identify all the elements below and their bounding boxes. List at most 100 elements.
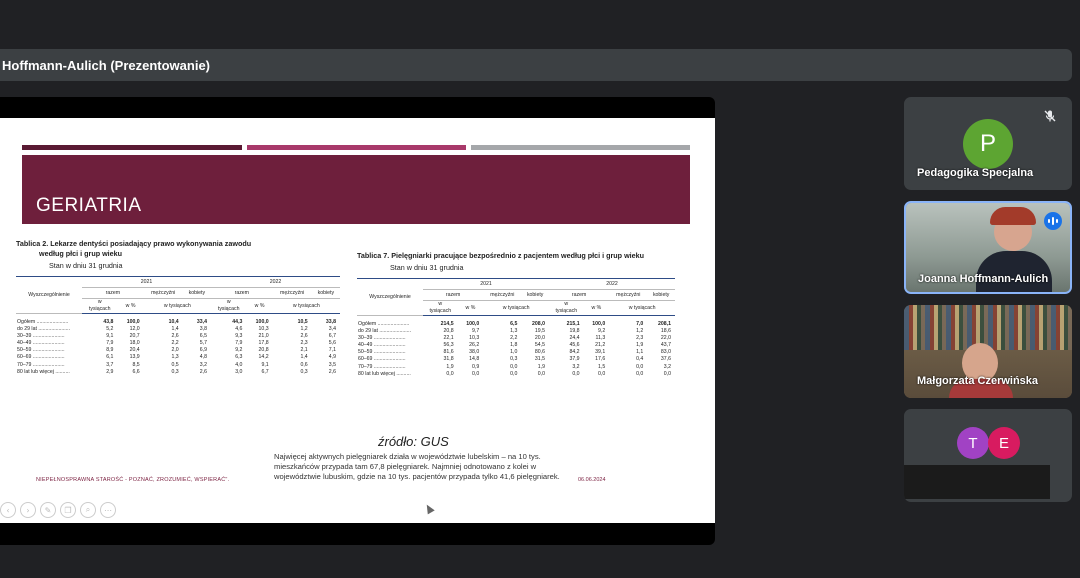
- presenter-bar: Hoffmann-Aulich (Prezentowanie): [0, 49, 1072, 81]
- table-cell: 0,0: [446, 370, 454, 377]
- table-cell: 20,0: [534, 335, 545, 342]
- table-cell: 10,3: [258, 326, 269, 333]
- participant-tile[interactable]: P Pedagogika Specjalna: [904, 97, 1072, 190]
- table-cell: 5,2: [106, 326, 114, 333]
- table-cell: 1,9: [537, 363, 545, 370]
- table-cell: 38,0: [469, 349, 480, 356]
- table-cell: 10,4: [168, 318, 179, 325]
- accent-bar-3: [471, 145, 690, 150]
- table-cell: 3,2: [572, 363, 580, 370]
- mouse-cursor-icon: [423, 502, 435, 515]
- participant-name: Pedagogika Specjalna: [917, 167, 1034, 179]
- table-cell: 37,9: [569, 356, 580, 363]
- slide-footer-date: 06.06.2024: [578, 477, 606, 483]
- pen-icon[interactable]: ✎: [40, 502, 56, 518]
- row-label: 50–59 ......................: [17, 347, 65, 354]
- table-cell: 1,0: [510, 349, 518, 356]
- table-subtitle: Stan w dniu 31 grudnia: [49, 261, 123, 270]
- table-cell: 0,0: [537, 370, 545, 377]
- table-cell: 26,2: [469, 342, 480, 349]
- participant-tile-group[interactable]: T E: [904, 409, 1072, 502]
- participant-tile-active-speaker[interactable]: Joanna Hoffmann-Aulich: [904, 201, 1072, 294]
- accent-bar-1: [22, 145, 242, 150]
- table-row: 50–59 ...................... 81,6 38,0 1,0 8…: [357, 349, 675, 356]
- table-cell: 0,5: [171, 361, 179, 368]
- header-row-label: Wyszczególnienie: [16, 276, 82, 314]
- row-label: 60–69 ......................: [17, 354, 65, 361]
- table-cell: 0,9: [472, 363, 480, 370]
- table-cell: 6,1: [106, 354, 114, 361]
- table-cell: 10,5: [297, 318, 308, 325]
- next-slide-icon[interactable]: ›: [20, 502, 36, 518]
- table-cell: 17,6: [595, 356, 606, 363]
- shared-screen[interactable]: GERIATRIA Tablica 2. Lekarze dentyści po…: [0, 97, 715, 545]
- table-title: Tablica 7. Pielęgniarki pracujące bezpoś…: [357, 251, 645, 260]
- zoom-icon[interactable]: ⌕: [80, 502, 96, 518]
- table-cell: 0,0: [572, 370, 580, 377]
- participant-video-hair: [990, 207, 1036, 225]
- header-men: mężczyźni: [143, 287, 183, 299]
- header-women: kobiety: [311, 287, 340, 299]
- table-cell: 1,2: [300, 326, 308, 333]
- table-row: 70–79 ...................... 1,9 0,9 0,0 1,9…: [357, 363, 675, 370]
- table-cell: 31,5: [534, 356, 545, 363]
- presenter-label: Hoffmann-Aulich (Prezentowanie): [2, 58, 211, 73]
- slide-footer-title: NIEPEŁNOSPRAWNA STAROŚĆ - POZNAĆ, ZROZUM…: [36, 477, 230, 483]
- bookshelf: [904, 305, 1072, 350]
- table-cell: 6,3: [235, 354, 243, 361]
- table-cell: 2,6: [199, 368, 207, 375]
- table-cell: 84,2: [569, 349, 580, 356]
- table-cell: 20,7: [129, 333, 140, 340]
- table-cell: 5,6: [328, 340, 336, 347]
- table-cell: 2,1: [300, 347, 308, 354]
- table-cell: 2,0: [171, 347, 179, 354]
- table-cell: 44,3: [232, 318, 243, 325]
- table-cell: 21,0: [258, 333, 269, 340]
- table-cell: 24,4: [569, 335, 580, 342]
- table-dentists: Tablica 2. Lekarze dentyści posiadający …: [16, 239, 340, 376]
- row-label: 80 lat lub więcej ..........: [358, 370, 411, 377]
- table-cell: 0,6: [300, 361, 308, 368]
- table-cell: 33,8: [325, 318, 336, 325]
- table-cell: 0,0: [636, 363, 644, 370]
- avatar: T: [957, 427, 989, 459]
- header-razem: razem: [548, 289, 610, 301]
- participant-tile[interactable]: Małgorzata Czerwińska: [904, 305, 1072, 398]
- table-cell: 100,0: [126, 318, 140, 325]
- table-cell: 20,8: [258, 347, 269, 354]
- more-icon[interactable]: ⋯: [100, 502, 116, 518]
- slide-controls: ‹ › ✎ ❐ ⌕ ⋯: [0, 502, 116, 518]
- table-cell: 0,0: [510, 363, 518, 370]
- table-cell: 81,6: [443, 349, 454, 356]
- row-label: Ogółem ......................: [358, 320, 410, 327]
- table-cell: 3,4: [328, 326, 336, 333]
- row-label: do 29 lat ......................: [17, 326, 71, 333]
- table-cell: 100,0: [592, 320, 606, 327]
- header-men: mężczyźni: [609, 289, 648, 301]
- table-cell: 43,8: [103, 318, 114, 325]
- table-row: 60–69 ...................... 31,8 14,8 0,3 3…: [357, 356, 675, 363]
- table-cell: 5,7: [199, 340, 207, 347]
- header-year-1: 2021: [423, 278, 549, 290]
- speaking-indicator-icon: [1044, 212, 1062, 230]
- table-cell: 33,4: [196, 318, 207, 325]
- table-cell: 3,7: [106, 361, 114, 368]
- row-label: 40–49 ......................: [17, 340, 65, 347]
- table-cell: 215,1: [566, 320, 580, 327]
- table-row: 80 lat lub więcej .......... 2,9 6,6 0,3 2,6…: [16, 369, 340, 376]
- header-thousands: w tysiącach: [210, 298, 247, 314]
- row-label: 40–49 ......................: [358, 342, 406, 349]
- table-cell: 0,0: [598, 370, 606, 377]
- header-thousands: w tysiącach: [143, 298, 211, 314]
- table-cell: 31,8: [443, 356, 454, 363]
- table-cell: 14,8: [469, 356, 480, 363]
- data-table: Wyszczególnienie 2021 2022 razem mężczyź…: [357, 278, 675, 378]
- header-thousands: w tysiącach: [423, 300, 458, 316]
- copy-icon[interactable]: ❐: [60, 502, 76, 518]
- table-cell: 4,0: [235, 361, 243, 368]
- slide-banner: GERIATRIA: [22, 155, 690, 224]
- prev-slide-icon[interactable]: ‹: [0, 502, 16, 518]
- table-row: Ogółem ...................... 43,8 100,0 10…: [16, 314, 340, 327]
- table-title: Tablica 2. Lekarze dentyści posiadający …: [16, 239, 252, 248]
- table-row: 40–49 ...................... 7,9 18,0 2,2 5,…: [16, 340, 340, 347]
